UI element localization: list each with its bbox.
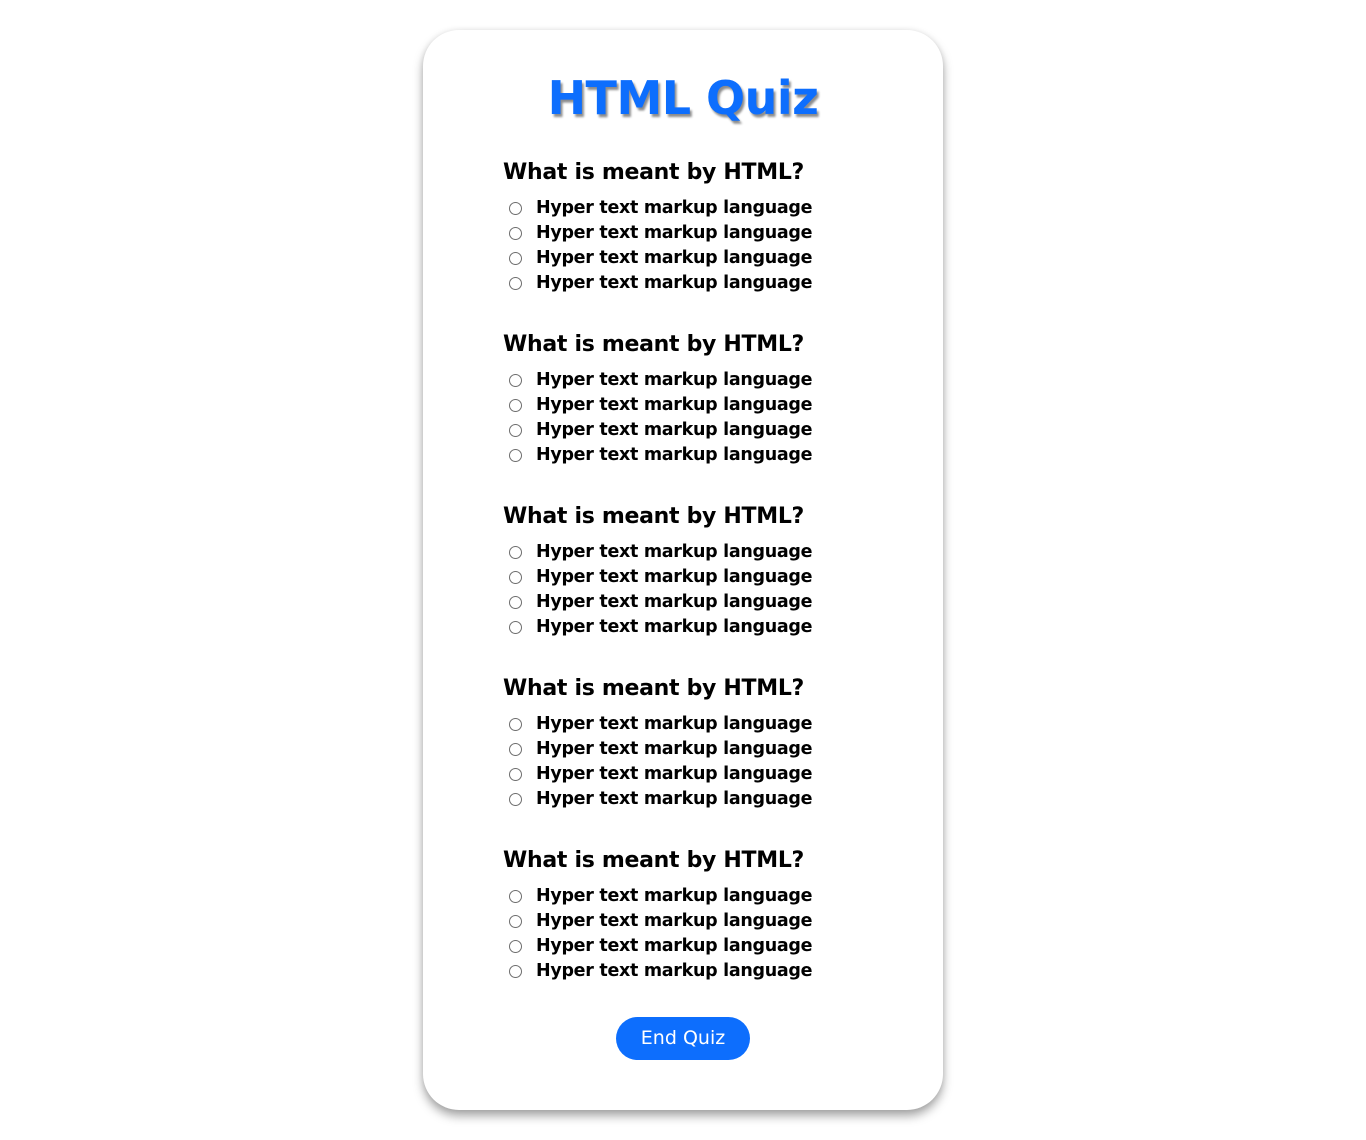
question-text: What is meant by HTML? <box>503 504 805 529</box>
option-label: Hyper text markup language <box>536 764 813 784</box>
radio-button[interactable] <box>509 202 522 215</box>
option-row[interactable]: Hyper text markup language <box>503 959 923 984</box>
option-row[interactable]: Hyper text markup language <box>503 418 923 443</box>
option-row[interactable]: Hyper text markup language <box>503 565 923 590</box>
radio-button[interactable] <box>509 915 522 928</box>
radio-button[interactable] <box>509 546 522 559</box>
question-5: What is meant by HTML? Hyper text markup… <box>503 846 923 984</box>
question-text: What is meant by HTML? <box>503 848 805 873</box>
radio-button[interactable] <box>509 227 522 240</box>
option-label: Hyper text markup language <box>536 911 813 931</box>
option-row[interactable]: Hyper text markup language <box>503 368 923 393</box>
options-list: Hyper text markup language Hyper text ma… <box>503 196 923 296</box>
option-label: Hyper text markup language <box>536 420 813 440</box>
question-4: What is meant by HTML? Hyper text markup… <box>503 674 923 812</box>
radio-button[interactable] <box>509 399 522 412</box>
option-row[interactable]: Hyper text markup language <box>503 540 923 565</box>
option-label: Hyper text markup language <box>536 273 813 293</box>
option-row[interactable]: Hyper text markup language <box>503 787 923 812</box>
radio-button[interactable] <box>509 890 522 903</box>
options-list: Hyper text markup language Hyper text ma… <box>503 540 923 640</box>
option-label: Hyper text markup language <box>536 936 813 956</box>
radio-button[interactable] <box>509 621 522 634</box>
radio-button[interactable] <box>509 449 522 462</box>
radio-button[interactable] <box>509 424 522 437</box>
radio-button[interactable] <box>509 965 522 978</box>
option-row[interactable]: Hyper text markup language <box>503 712 923 737</box>
option-label: Hyper text markup language <box>536 223 813 243</box>
option-label: Hyper text markup language <box>536 248 813 268</box>
radio-button[interactable] <box>509 718 522 731</box>
option-row[interactable]: Hyper text markup language <box>503 443 923 468</box>
option-row[interactable]: Hyper text markup language <box>503 221 923 246</box>
question-3: What is meant by HTML? Hyper text markup… <box>503 502 923 640</box>
radio-button[interactable] <box>509 374 522 387</box>
radio-button[interactable] <box>509 596 522 609</box>
option-label: Hyper text markup language <box>536 961 813 981</box>
option-label: Hyper text markup language <box>536 886 813 906</box>
option-row[interactable]: Hyper text markup language <box>503 934 923 959</box>
radio-button[interactable] <box>509 571 522 584</box>
option-row[interactable]: Hyper text markup language <box>503 884 923 909</box>
radio-button[interactable] <box>509 940 522 953</box>
option-row[interactable]: Hyper text markup language <box>503 196 923 221</box>
option-row[interactable]: Hyper text markup language <box>503 590 923 615</box>
page-title: HTML Quiz <box>547 71 819 125</box>
radio-button[interactable] <box>509 768 522 781</box>
option-label: Hyper text markup language <box>536 198 813 218</box>
option-label: Hyper text markup language <box>536 739 813 759</box>
option-row[interactable]: Hyper text markup language <box>503 737 923 762</box>
option-row[interactable]: Hyper text markup language <box>503 909 923 934</box>
question-text: What is meant by HTML? <box>503 160 805 185</box>
option-row[interactable]: Hyper text markup language <box>503 246 923 271</box>
radio-button[interactable] <box>509 277 522 290</box>
option-row[interactable]: Hyper text markup language <box>503 615 923 640</box>
option-label: Hyper text markup language <box>536 714 813 734</box>
question-text: What is meant by HTML? <box>503 332 805 357</box>
option-label: Hyper text markup language <box>536 370 813 390</box>
options-list: Hyper text markup language Hyper text ma… <box>503 712 923 812</box>
question-text: What is meant by HTML? <box>503 676 805 701</box>
option-label: Hyper text markup language <box>536 567 813 587</box>
option-label: Hyper text markup language <box>536 789 813 809</box>
option-label: Hyper text markup language <box>536 542 813 562</box>
radio-button[interactable] <box>509 252 522 265</box>
options-list: Hyper text markup language Hyper text ma… <box>503 368 923 468</box>
radio-button[interactable] <box>509 743 522 756</box>
option-row[interactable]: Hyper text markup language <box>503 271 923 296</box>
quiz-card: HTML Quiz What is meant by HTML? Hyper t… <box>423 30 943 1110</box>
end-quiz-button[interactable]: End Quiz <box>616 1017 750 1060</box>
option-row[interactable]: Hyper text markup language <box>503 393 923 418</box>
option-row[interactable]: Hyper text markup language <box>503 762 923 787</box>
options-list: Hyper text markup language Hyper text ma… <box>503 884 923 984</box>
question-2: What is meant by HTML? Hyper text markup… <box>503 330 923 468</box>
question-1: What is meant by HTML? Hyper text markup… <box>503 158 923 296</box>
option-label: Hyper text markup language <box>536 617 813 637</box>
option-label: Hyper text markup language <box>536 395 813 415</box>
option-label: Hyper text markup language <box>536 445 813 465</box>
option-label: Hyper text markup language <box>536 592 813 612</box>
radio-button[interactable] <box>509 793 522 806</box>
